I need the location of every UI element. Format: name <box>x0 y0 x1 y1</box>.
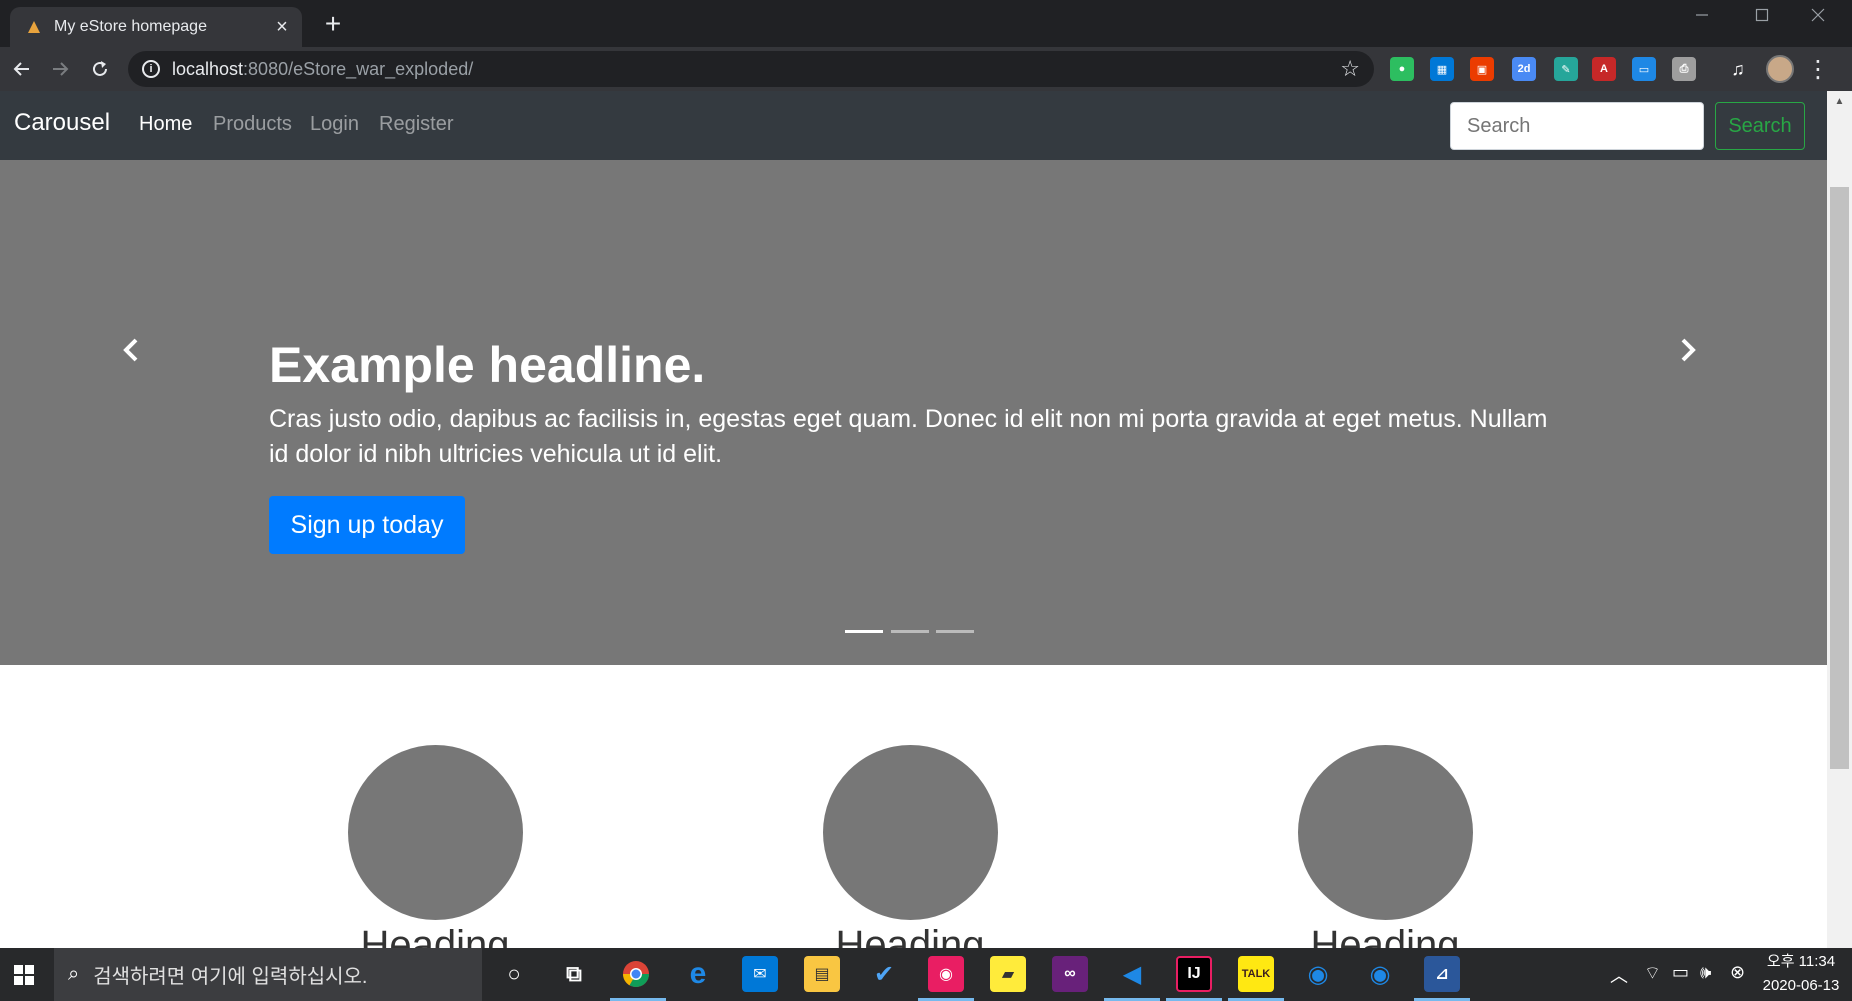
chrome-icon[interactable] <box>618 956 654 992</box>
new-tab-button[interactable]: + <box>318 8 348 39</box>
maps-icon[interactable]: ◉ <box>1300 956 1336 992</box>
mail-icon[interactable]: ✉ <box>742 956 778 992</box>
back-icon[interactable] <box>6 53 38 85</box>
tray-expand-icon[interactable]: ︿ <box>1610 962 1628 988</box>
media-controls-icon[interactable]: ♫ <box>1726 57 1750 81</box>
nav-link-products[interactable]: Products <box>213 113 292 136</box>
todo-icon[interactable]: ✔ <box>866 956 902 992</box>
scrollbar-thumb[interactable] <box>1830 187 1849 769</box>
nav-link-login[interactable]: Login <box>310 113 359 136</box>
search-button[interactable]: Search <box>1715 102 1805 150</box>
favicon-icon <box>24 17 44 37</box>
office-icon[interactable]: ▣ <box>1470 57 1494 81</box>
pen-icon[interactable]: ✎ <box>1554 57 1578 81</box>
page-scrollbar[interactable]: ▲ <box>1827 91 1852 948</box>
reload-icon[interactable] <box>84 53 116 85</box>
evernote-icon[interactable]: ● <box>1390 57 1414 81</box>
carousel-headline: Example headline. <box>269 337 706 393</box>
acrobat-icon[interactable]: A <box>1592 57 1616 81</box>
taskbar-clock[interactable]: 오후 11:34 2020-06-13 <box>1758 950 1844 998</box>
search-input[interactable] <box>1450 102 1704 150</box>
navbar-brand[interactable]: Carousel <box>14 109 110 137</box>
browser-menu-icon[interactable]: ⋮ <box>1806 55 1830 83</box>
feature-image-1 <box>348 745 523 920</box>
camera-icon[interactable]: ◉ <box>928 956 964 992</box>
volume-icon[interactable]: 🕪 <box>1700 962 1711 983</box>
profile-avatar[interactable] <box>1766 55 1794 83</box>
search-icon: ⌕ <box>68 963 80 985</box>
wifi-icon[interactable]: ⌔ <box>1644 962 1661 985</box>
battery-icon[interactable]: ▭ <box>1672 962 1689 983</box>
tab-close-icon[interactable]: × <box>268 13 296 41</box>
nav-link-home[interactable]: Home <box>139 113 192 136</box>
taskbar-search-placeholder: 검색하려면 여기에 입력하십시오. <box>93 966 368 988</box>
file-explorer-icon[interactable]: ▤ <box>804 956 840 992</box>
browser-tab[interactable]: My eStore homepage × <box>10 7 302 47</box>
task-view-icon[interactable]: ⧉ <box>556 956 592 992</box>
url-host: localhost <box>172 58 244 79</box>
calendar-2d-icon[interactable]: 2d <box>1512 57 1536 81</box>
tab-title: My eStore homepage <box>54 18 207 35</box>
address-bar[interactable]: i localhost :8080/eStore_war_exploded/ ☆ <box>128 51 1374 87</box>
windows-start-icon[interactable] <box>0 948 48 1001</box>
browser-toolbar: i localhost :8080/eStore_war_exploded/ ☆… <box>0 47 1852 91</box>
windows-taskbar: ⌕ 검색하려면 여기에 입력하십시오. ○ ⧉ e ✉ ▤ ✔ ◉ ▰ ∞ ◀ … <box>0 948 1852 1001</box>
notification-icon[interactable]: ⊗ <box>1730 962 1745 983</box>
site-navbar: Carousel Home Products Login Register Se… <box>0 91 1827 160</box>
maximize-icon[interactable] <box>1734 0 1790 30</box>
carousel-indicator-3[interactable] <box>936 630 974 633</box>
bookmark-star-icon[interactable]: ☆ <box>1340 56 1360 82</box>
carousel-prev-icon[interactable] <box>101 310 161 390</box>
cortana-icon[interactable]: ○ <box>496 956 532 992</box>
hero-carousel: Example headline. Cras justo odio, dapib… <box>0 160 1827 665</box>
feature-image-2 <box>823 745 998 920</box>
window-close-icon[interactable] <box>1790 0 1846 30</box>
feature-heading-3: Heading <box>1310 923 1460 948</box>
printer-icon[interactable]: ⎙ <box>1672 57 1696 81</box>
carousel-indicator-1[interactable] <box>845 630 883 633</box>
kakaotalk-icon[interactable]: TALK <box>1238 956 1274 992</box>
feature-image-3 <box>1298 745 1473 920</box>
page-viewport: Carousel Home Products Login Register Se… <box>0 91 1827 948</box>
windows-store-icon[interactable]: ▦ <box>1430 57 1454 81</box>
taskbar-search[interactable]: ⌕ 검색하려면 여기에 입력하십시오. <box>54 948 482 1001</box>
feature-heading-2: Heading <box>835 923 985 948</box>
carousel-lead: Cras justo odio, dapibus ac facilisis in… <box>269 405 1548 468</box>
scroll-up-icon[interactable]: ▲ <box>1827 91 1852 111</box>
vscode-icon[interactable]: ◀ <box>1114 956 1150 992</box>
browser-tabstrip: My eStore homepage × + <box>0 0 1852 47</box>
intellij-icon[interactable]: IJ <box>1176 956 1212 992</box>
carousel-next-icon[interactable] <box>1658 310 1718 390</box>
forward-icon[interactable] <box>44 53 76 85</box>
url-path: :8080/eStore_war_exploded/ <box>243 58 474 79</box>
minimize-icon[interactable] <box>1674 0 1730 30</box>
screen-capture-icon[interactable]: ▭ <box>1632 57 1656 81</box>
feature-heading-1: Heading <box>360 923 510 948</box>
carousel-indicator-2[interactable] <box>891 630 929 633</box>
sql-icon[interactable]: ⊿ <box>1424 956 1460 992</box>
nav-link-register[interactable]: Register <box>379 113 453 136</box>
maps-icon-2[interactable]: ◉ <box>1362 956 1398 992</box>
clock-time: 오후 11:34 <box>1766 953 1836 970</box>
visual-studio-icon[interactable]: ∞ <box>1052 956 1088 992</box>
sign-up-button[interactable]: Sign up today <box>269 496 465 554</box>
sticky-notes-icon[interactable]: ▰ <box>990 956 1026 992</box>
site-info-icon[interactable]: i <box>142 60 160 78</box>
edge-icon[interactable]: e <box>680 956 716 992</box>
clock-date: 2020-06-13 <box>1762 977 1840 994</box>
